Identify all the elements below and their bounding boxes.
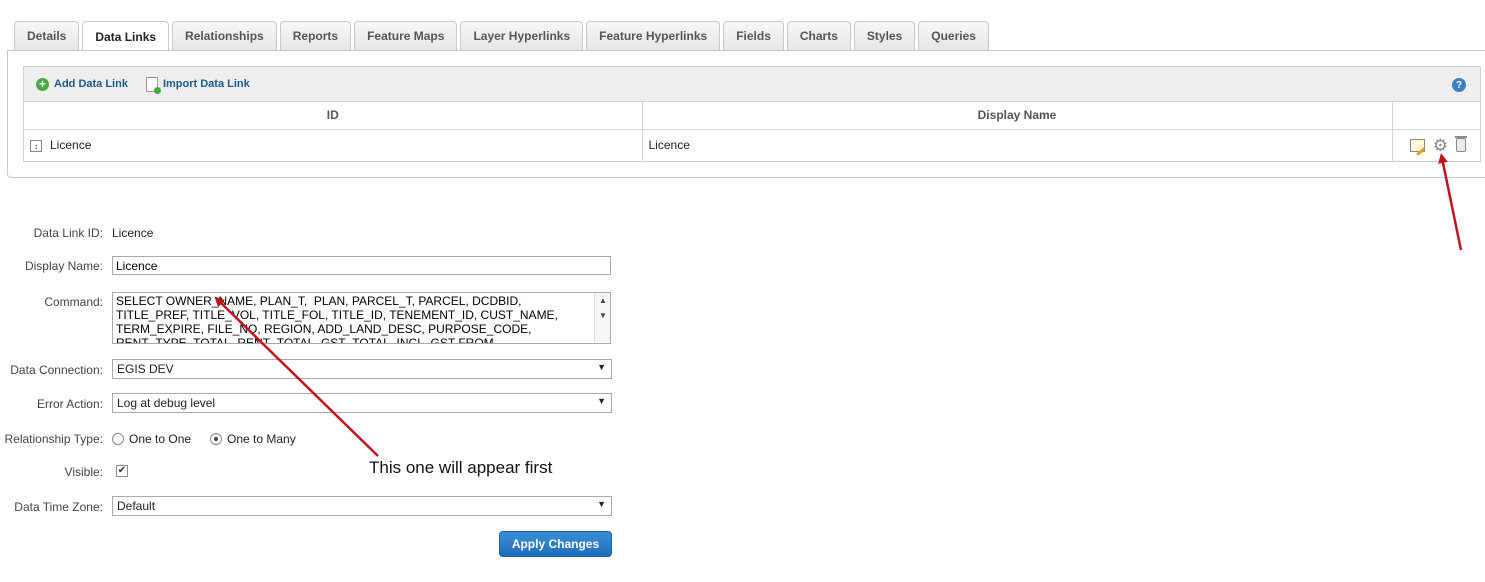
row-id-text: Licence <box>50 138 92 153</box>
chevron-down-icon: ▼ <box>597 499 606 509</box>
command-label: Command: <box>44 295 103 309</box>
command-scrollbar[interactable]: ▲ ▼ <box>594 293 610 342</box>
data-connection-select[interactable]: EGIS DEV ▼ <box>112 359 612 379</box>
scroll-down-icon[interactable]: ▼ <box>599 311 607 320</box>
import-data-link-button[interactable]: Import Data Link <box>145 76 250 94</box>
radio-one-to-one[interactable]: One to One <box>112 432 191 446</box>
cell-id: ↕ Licence <box>24 129 643 161</box>
grid-toolbar: + Add Data Link Import Data Link ? <box>24 67 1480 102</box>
delete-icon[interactable] <box>1455 136 1467 153</box>
checkmark-icon: ✔ <box>117 465 127 476</box>
relationship-type-label: Relationship Type: <box>4 432 103 446</box>
data-time-zone-label: Data Time Zone: <box>14 500 103 514</box>
table-row[interactable]: ↕ Licence Licence ⚙ <box>24 129 1480 161</box>
expand-icon[interactable]: ↕ <box>30 140 42 153</box>
tab-styles[interactable]: Styles <box>853 21 916 50</box>
chevron-down-icon: ▼ <box>597 362 606 372</box>
annotation-text: This one will appear first <box>369 458 553 477</box>
add-data-link-button[interactable]: + Add Data Link <box>36 77 128 91</box>
tab-data-links[interactable]: Data Links <box>82 21 170 51</box>
radio-one-to-many-label: One to Many <box>227 432 296 446</box>
error-action-value: Log at debug level <box>117 396 216 410</box>
tab-queries[interactable]: Queries <box>918 21 989 50</box>
apply-changes-button[interactable]: Apply Changes <box>499 531 612 557</box>
column-header-display-name[interactable]: Display Name <box>642 102 1393 130</box>
chevron-down-icon: ▼ <box>597 396 606 406</box>
command-textarea[interactable]: SELECT OWNER_NAME, PLAN_T, PLAN, PARCEL_… <box>112 292 611 344</box>
edit-icon[interactable] <box>1409 138 1425 152</box>
tab-layer-hyperlinks[interactable]: Layer Hyperlinks <box>460 21 584 50</box>
tab-feature-maps[interactable]: Feature Maps <box>354 21 458 50</box>
visible-label: Visible: <box>64 465 103 479</box>
cell-actions: ⚙ <box>1392 129 1480 161</box>
column-header-actions <box>1392 102 1480 130</box>
radio-circle-selected <box>210 433 222 445</box>
data-link-id-value: Licence <box>112 226 154 240</box>
tab-bar: Details Data Links Relationships Reports… <box>14 21 989 51</box>
tab-relationships[interactable]: Relationships <box>172 21 277 50</box>
display-name-label: Display Name: <box>24 259 103 273</box>
tab-feature-hyperlinks[interactable]: Feature Hyperlinks <box>586 21 721 50</box>
data-link-id-label: Data Link ID: <box>33 226 103 240</box>
scroll-up-icon[interactable]: ▲ <box>599 296 607 305</box>
column-header-id[interactable]: ID <box>24 102 643 130</box>
data-time-zone-select[interactable]: Default ▼ <box>112 496 612 516</box>
data-time-zone-value: Default <box>117 499 156 513</box>
add-circle-icon: + <box>36 77 49 91</box>
display-name-input[interactable] <box>112 256 611 275</box>
tab-reports[interactable]: Reports <box>279 21 352 50</box>
data-connection-label: Data Connection: <box>10 363 103 377</box>
radio-one-to-one-label: One to One <box>129 432 192 446</box>
tab-details[interactable]: Details <box>14 21 80 50</box>
tab-fields[interactable]: Fields <box>723 21 784 50</box>
data-links-grid: + Add Data Link Import Data Link ? ID Di… <box>23 66 1481 162</box>
error-action-select[interactable]: Log at debug level ▼ <box>112 393 612 413</box>
import-data-link-label: Import Data Link <box>162 78 250 90</box>
radio-one-to-many[interactable]: One to Many <box>210 432 296 446</box>
radio-circle <box>112 433 124 445</box>
add-data-link-label: Add Data Link <box>54 78 128 90</box>
import-icon <box>145 76 161 94</box>
tab-charts[interactable]: Charts <box>786 21 851 50</box>
help-icon[interactable]: ? <box>1452 78 1466 92</box>
data-connection-value: EGIS DEV <box>117 362 174 376</box>
error-action-label: Error Action: <box>36 397 103 411</box>
data-links-table: ID Display Name ↕ Licence Licence ⚙ <box>24 102 1480 161</box>
gear-icon[interactable]: ⚙ <box>1433 137 1448 154</box>
visible-checkbox[interactable]: ✔ <box>116 465 128 477</box>
cell-display-name: Licence <box>642 129 1393 161</box>
